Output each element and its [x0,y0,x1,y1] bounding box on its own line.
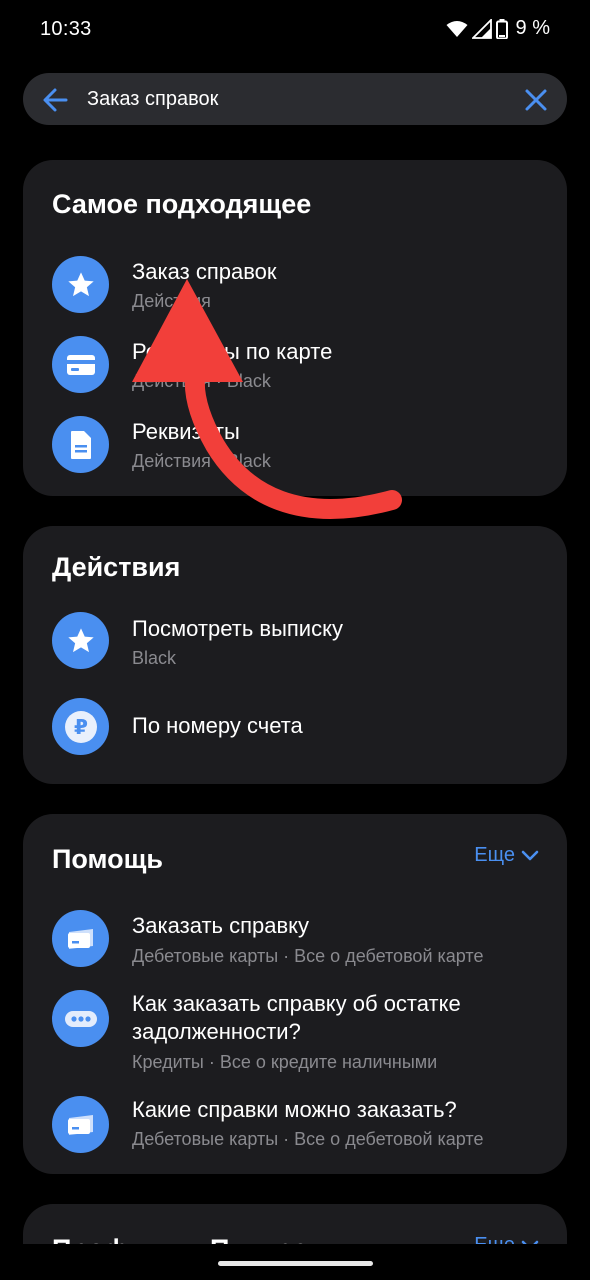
item-title-line1: Как заказать справку об остатке [132,991,461,1016]
battery-percent: 9 % [515,17,550,39]
help-item[interactable]: Заказать справку Дебетовые карты · Все о… [23,904,567,974]
signal-icon [471,18,492,39]
item-title: По номеру счета [132,713,303,738]
wifi-icon [446,20,468,37]
star-icon [52,612,109,669]
ruble-icon: ₽ [52,698,109,755]
status-time: 10:33 [40,18,92,40]
search-bar[interactable]: Заказ справок [23,73,567,125]
item-subtitle: Кредиты · Все о кредите наличными [132,1052,438,1072]
item-title: Заказать справку [132,913,310,938]
home-indicator[interactable] [218,1261,373,1266]
result-item[interactable]: Заказ справок Действия [23,248,567,322]
best-match-card: Самое подходящее Заказ справок Действия … [23,160,567,496]
star-icon [52,256,109,313]
svg-text:₽: ₽ [74,715,88,739]
item-subtitle: Действия · Black [132,371,271,391]
more-button[interactable]: Еще [474,844,539,867]
action-item[interactable]: Посмотреть выписку Black [23,608,567,688]
item-title: Заказ справок [132,259,277,284]
item-title: Посмотреть выписку [132,616,343,641]
status-icons: 9 % [446,17,550,40]
search-input[interactable]: Заказ справок [87,88,218,111]
card-icon [52,336,109,393]
item-subtitle: Дебетовые карты · Все о дебетовой карте [132,946,484,966]
document-icon [52,416,109,473]
help-item[interactable]: Как заказать справку об остатке задолжен… [23,984,567,1084]
section-title: Действия [52,552,181,582]
result-item[interactable]: Реквизиты Действия · Black [23,408,567,482]
status-bar: 10:33 9 % [0,0,590,60]
help-item[interactable]: Какие справки можно заказать? Дебетовые … [23,1092,567,1162]
chat-icon [52,990,109,1047]
section-title: Самое подходящее [52,189,312,219]
back-arrow-icon[interactable] [41,86,69,114]
action-item[interactable]: ₽ По номеру счета [23,696,567,770]
chevron-down-icon [521,850,539,860]
item-title: Реквизиты [132,419,240,444]
actions-card: Действия Посмотреть выписку Black ₽ По н… [23,526,567,784]
item-subtitle: Black [132,648,177,668]
item-title: Какие справки можно заказать? [132,1097,457,1122]
item-subtitle: Дебетовые карты · Все о дебетовой карте [132,1129,484,1149]
section-title: Помощь [52,844,164,874]
item-title: Реквизиты по карте [132,339,333,364]
battery-icon [495,18,508,39]
result-item[interactable]: Реквизиты по карте Действия · Black [23,328,567,402]
more-label: Еще [474,844,515,866]
card-icon [52,910,109,967]
item-subtitle: Действия · Black [132,451,271,471]
close-icon[interactable] [523,87,549,113]
item-title-line2: задолженности? [132,1019,301,1044]
card-icon [52,1096,109,1153]
help-card: Помощь Еще Заказать справку Дебетовые ка… [23,814,567,1174]
item-subtitle: Действия [132,291,211,311]
